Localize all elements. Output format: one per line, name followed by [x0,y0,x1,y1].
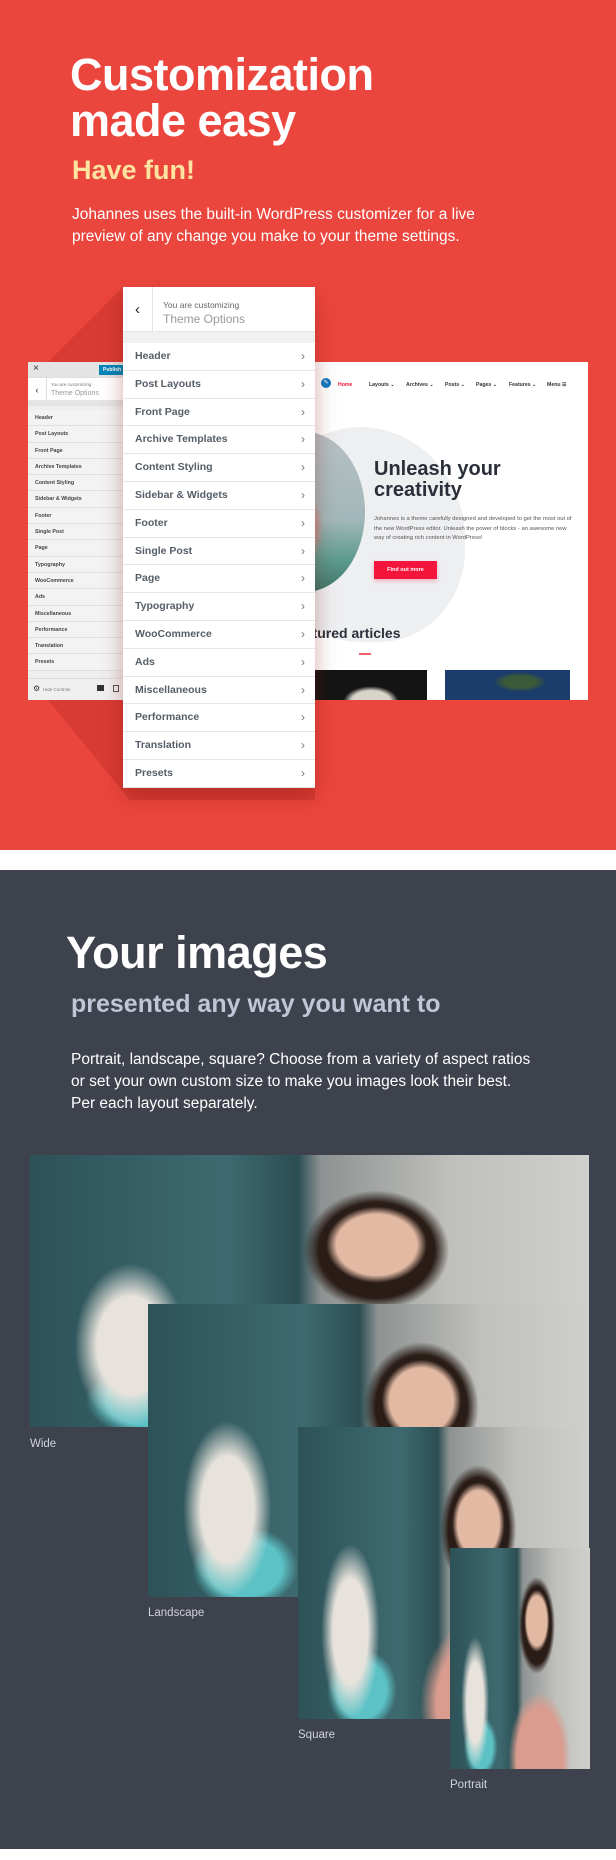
customizer-item-label: Typography [135,600,195,613]
chevron-right-icon: › [301,599,305,614]
chevron-right-icon: › [301,460,305,475]
section-paragraph: Portrait, landscape, square? Choose from… [71,1051,531,1112]
nav-pages[interactable]: Pages ⌄ [476,382,497,388]
chevron-right-icon: › [301,654,305,669]
hide-controls-button[interactable]: Hide Controls [43,687,70,692]
close-icon[interactable]: × [33,363,39,374]
chevron-right-icon: › [301,738,305,753]
section-paragraph: Johannes uses the built-in WordPress cus… [72,206,475,245]
nav-menu[interactable]: Menu ☰ [547,382,567,388]
featured-heading: eatured articles [305,625,401,641]
chevron-right-icon: › [301,571,305,586]
customizer-item[interactable]: Archive Templates › [123,426,315,455]
customizer-item[interactable]: Post Layouts › [123,371,315,399]
chevron-right-icon: › [301,710,305,725]
section-title-line2: made easy [70,95,296,146]
section-title: Your images [66,927,328,978]
customizer-item-label: Single Post [135,544,193,557]
customizer-item[interactable]: Presets › [123,760,315,788]
portrait-label: Portrait [450,1779,488,1791]
nav-home[interactable]: Home [338,382,352,388]
customizer-item-label: Performance [135,711,200,724]
customizer-item-label: WooCommerce [135,627,212,640]
chevron-right-icon: › [301,432,305,447]
customizer-item-label: Archive Templates [135,433,228,446]
customizer-item[interactable]: Header › [123,343,315,371]
customizer-item-label: Page [135,572,161,585]
customizer-item[interactable]: Footer › [123,510,315,538]
customization-section: Customization made easy Have fun! Johann… [0,0,616,850]
chevron-right-icon: › [301,765,305,780]
customizer-item-label: Sidebar & Widgets [135,488,228,501]
customizer-item[interactable]: Performance › [123,704,315,733]
customizer-item[interactable]: Single Post › [123,538,315,566]
customizer-item-label: Header [135,350,171,362]
nav-archives[interactable]: Archives ⌄ [406,382,434,388]
customizer-panel: ‹ You are customizing Theme Options Head… [123,287,315,788]
nav-posts[interactable]: Posts ⌄ [445,382,465,388]
nav-features[interactable]: Features ⌄ [509,382,536,388]
featured-image-cup[interactable] [315,670,427,700]
customizer-item-label: Front Page [135,405,190,418]
hero-text: Johannes is a theme carefully designed a… [374,516,572,541]
landscape-label: Landscape [148,1607,205,1619]
section-title: Theme Options [163,312,246,326]
desktop-preview-icon[interactable] [97,685,104,691]
section-title-line1: Customization [70,49,374,100]
back-icon[interactable]: ‹ [28,378,47,400]
find-out-more-button[interactable]: Find out more [374,561,437,579]
customizer-item[interactable]: Miscellaneous › [123,677,315,705]
section-subtitle: Have fun! [72,155,196,185]
customizing-label: You are customizing [163,300,240,310]
customizer-item[interactable]: Typography › [123,593,315,621]
images-section: Your images presented any way you want t… [0,870,616,1849]
customizer-item[interactable]: Front Page › [123,399,315,427]
portrait-image [450,1548,590,1769]
chevron-right-icon: › [301,349,305,363]
customizer-item-label: Ads [135,655,155,668]
chevron-right-icon: › [301,626,305,641]
customizer-item[interactable]: Sidebar & Widgets › [123,482,315,510]
section-title: Theme Options [51,390,99,397]
heading-underline [359,653,371,655]
hero-title: Unleash your creativity [374,458,501,501]
chevron-right-icon: › [301,682,305,697]
customizer-item[interactable]: Ads › [123,649,315,677]
customizer-item[interactable]: Content Styling › [123,454,315,482]
nav-layouts[interactable]: Layouts ⌄ [369,382,395,388]
customizing-label: You are customizing [51,382,92,387]
customizer-item[interactable]: Translation › [123,732,315,760]
chevron-right-icon: › [301,515,305,530]
gear-icon[interactable]: ⚙ [33,684,40,693]
featured-image-plant[interactable] [445,670,570,700]
chevron-right-icon: › [301,487,305,502]
customizer-item-label: Post Layouts [135,377,201,390]
tablet-preview-icon[interactable] [113,685,119,692]
site-logo-icon[interactable]: ✎ [321,378,331,388]
square-label: Square [298,1729,336,1741]
customizer-item[interactable]: Page › [123,565,315,594]
wide-label: Wide [30,1438,57,1450]
customizer-menu: Header › Post Layouts › Front Page › Archive T… [123,343,315,788]
customizer-header: ‹ You are customizing Theme Options [123,287,315,332]
chevron-right-icon: › [301,543,305,558]
section-subtitle: presented any way you want to [71,990,441,1018]
divider [123,332,315,343]
chevron-right-icon: › [301,404,305,419]
chevron-right-icon: › [301,376,305,391]
customizer-item-label: Footer [135,516,168,529]
customizer-item-label: Content Styling [135,461,213,474]
customizer-item-label: Translation [135,739,192,752]
site-preview: ✎ Home Layouts ⌄ Archives ⌄ Posts ⌄ Page… [305,362,588,700]
customizer-item-label: Presets [135,766,173,779]
customizer-item-label: Miscellaneous [135,683,207,696]
customizer-item[interactable]: WooCommerce › [123,621,315,649]
back-icon[interactable]: ‹ [123,287,153,332]
